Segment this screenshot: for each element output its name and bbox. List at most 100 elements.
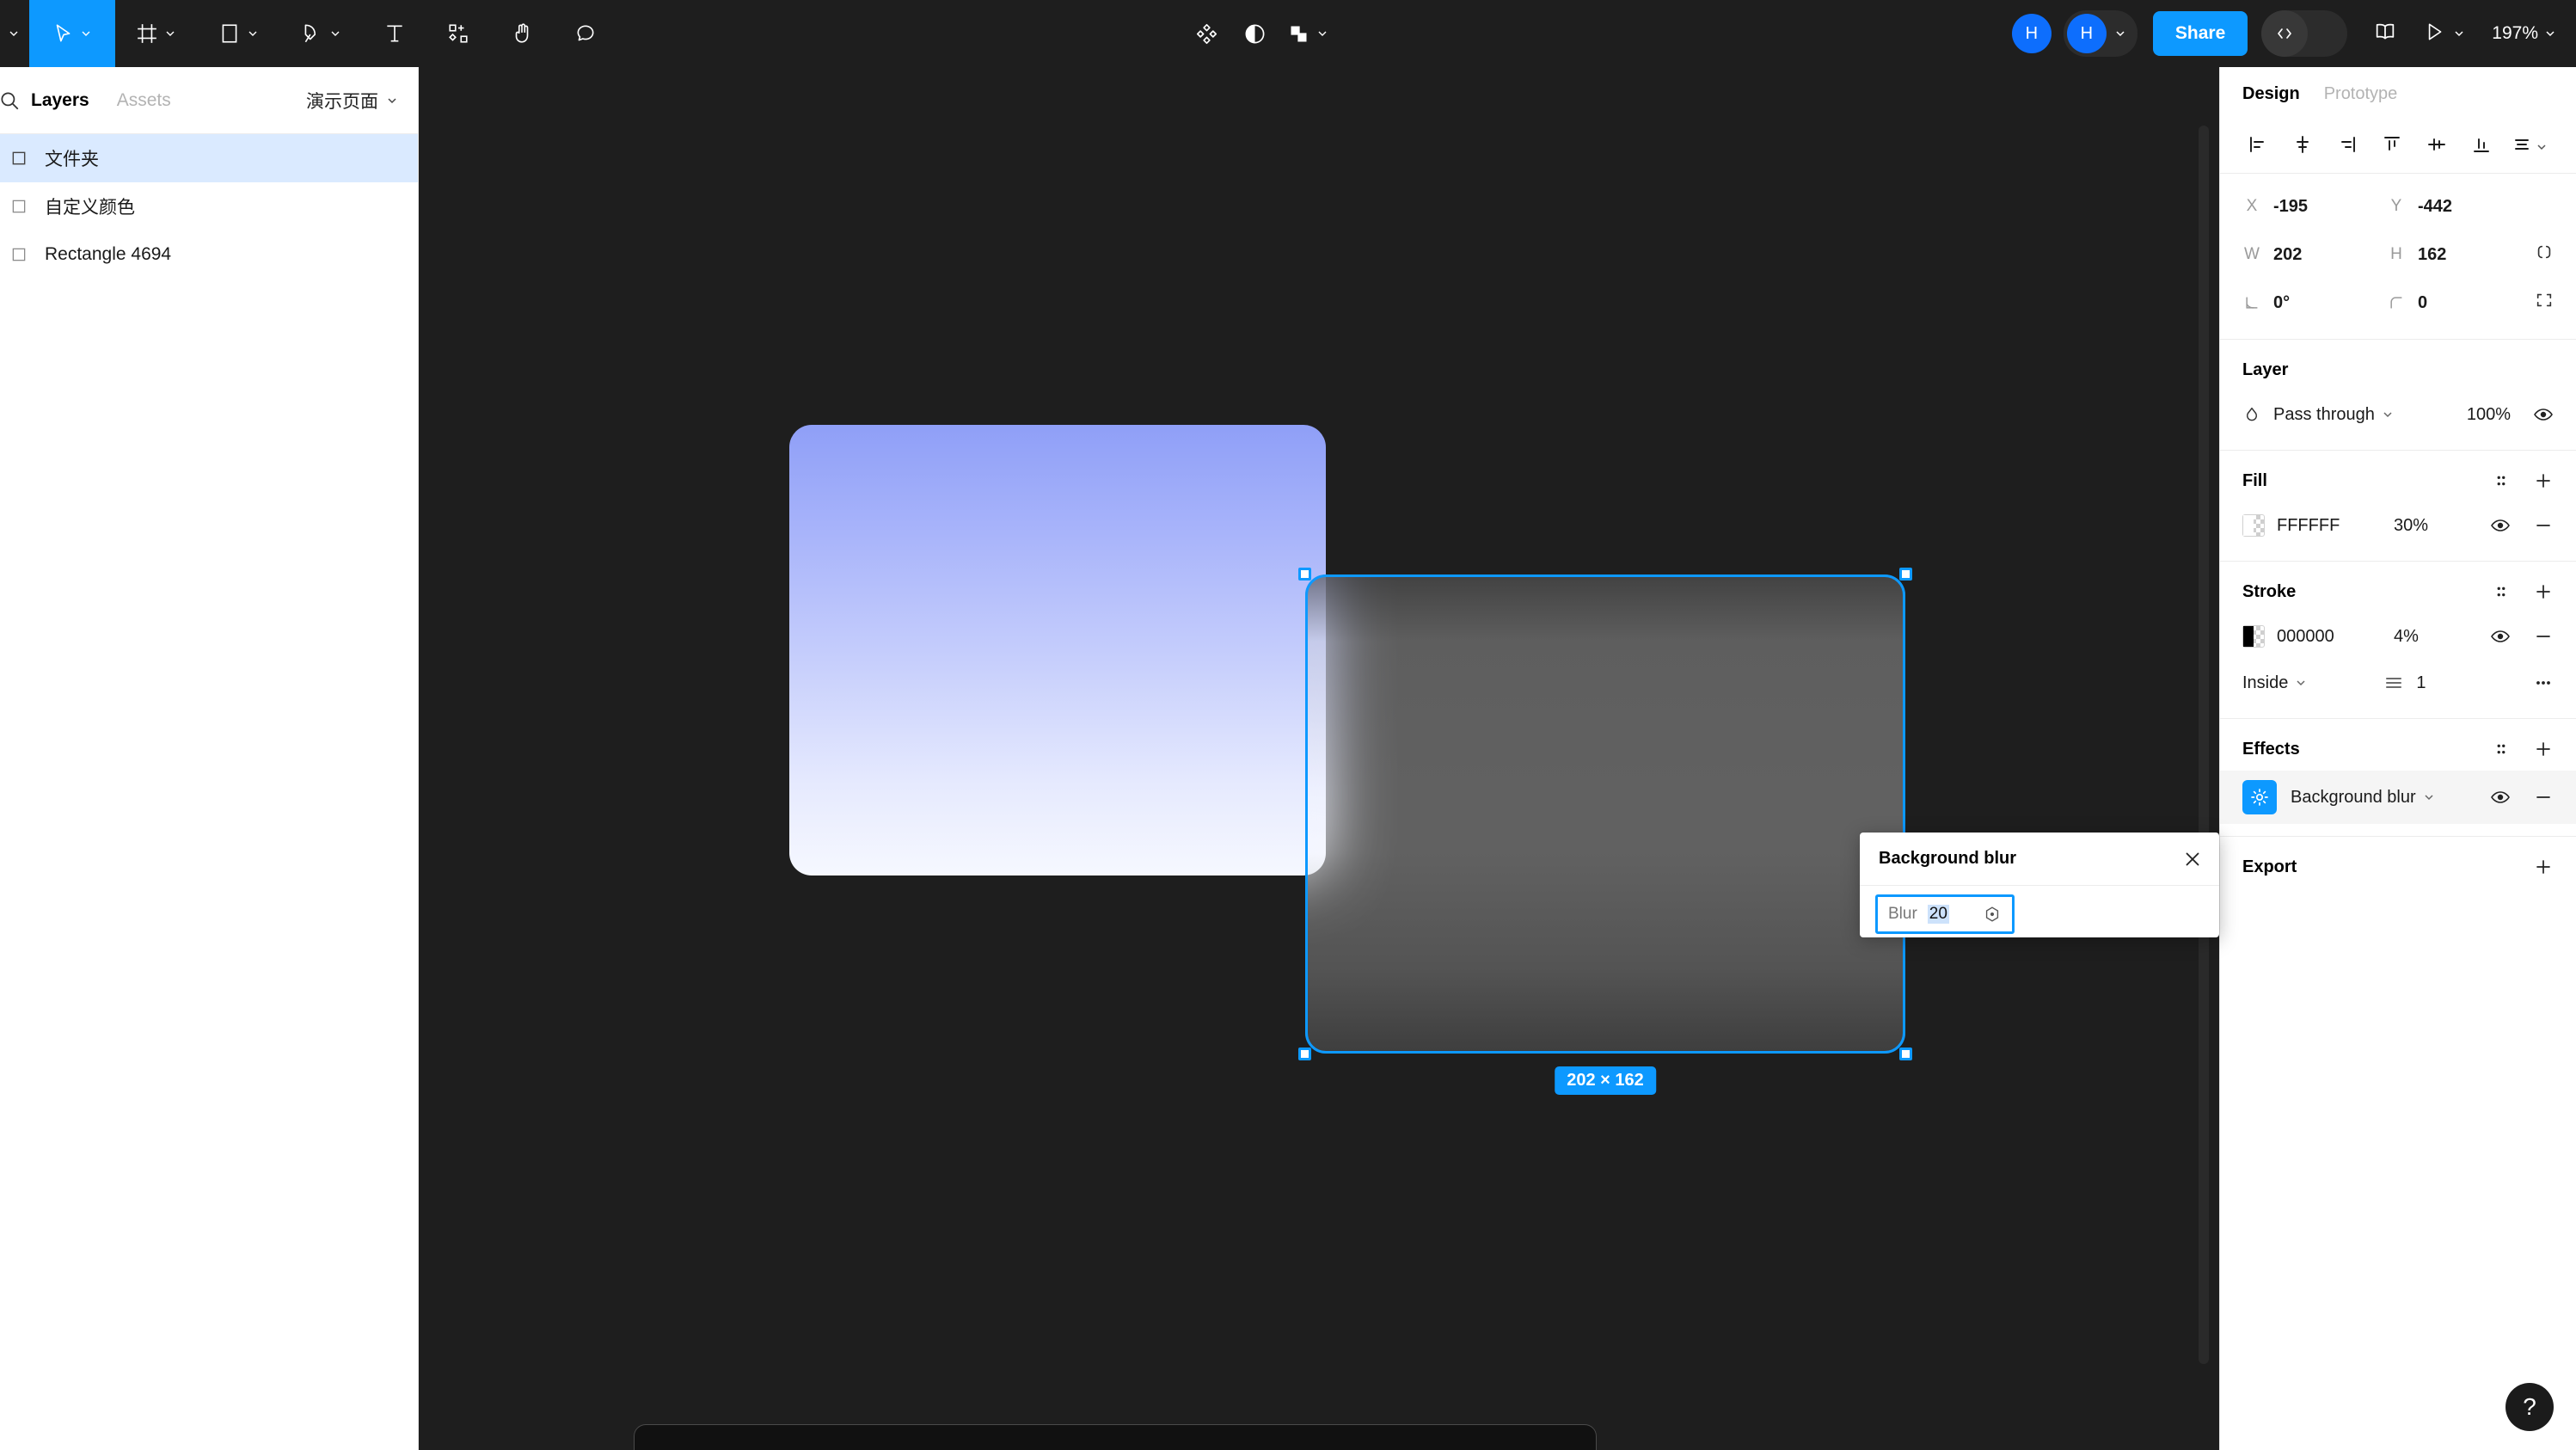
distribute-menu-button[interactable] xyxy=(2504,126,2557,168)
layer-section: Layer Pass through 100% xyxy=(2220,340,2576,451)
create-component-button[interactable] xyxy=(1182,0,1230,67)
align-left-button[interactable] xyxy=(2236,126,2280,168)
styles-dots-icon[interactable] xyxy=(2492,740,2511,759)
comment-tool-button[interactable] xyxy=(554,0,617,67)
left-panel: Layers Assets 演示页面 文件夹 自定义颜色 Rectangle 4… xyxy=(0,67,419,1450)
hexagon-dot-icon[interactable] xyxy=(1983,905,2002,924)
eye-icon[interactable] xyxy=(2490,626,2511,647)
y-field[interactable]: Y -442 xyxy=(2387,197,2531,217)
corner-radius-icon xyxy=(2387,294,2406,311)
plus-icon[interactable] xyxy=(2533,739,2554,759)
width-field[interactable]: W 202 xyxy=(2242,245,2387,265)
shape-tool-button[interactable] xyxy=(198,0,280,67)
avatar: H xyxy=(2066,14,2107,53)
tab-assets[interactable]: Assets xyxy=(117,90,171,111)
toolbar-center-group xyxy=(1182,0,1338,67)
blur-label: Blur xyxy=(1888,905,1917,923)
resize-handle-bottom-left[interactable] xyxy=(1298,1048,1311,1060)
corner-radius-field[interactable]: 0 xyxy=(2387,293,2531,313)
align-top-button[interactable] xyxy=(2370,126,2414,168)
frame-tool-button[interactable] xyxy=(115,0,198,67)
resize-handle-bottom-right[interactable] xyxy=(1899,1048,1912,1060)
rotation-field[interactable]: 0° xyxy=(2242,293,2387,313)
tab-layers[interactable]: Layers xyxy=(31,90,89,111)
avatar-self[interactable]: H xyxy=(2011,14,2052,53)
chevron-down-icon xyxy=(2422,790,2436,804)
effects-section-header: Effects xyxy=(2242,728,2554,771)
layer-item-1[interactable]: 自定义颜色 xyxy=(0,182,418,230)
stroke-weight-icon[interactable] xyxy=(2383,673,2404,693)
stroke-weight-value[interactable]: 1 xyxy=(2416,673,2426,693)
eye-icon[interactable] xyxy=(2490,787,2511,808)
blur-value[interactable]: 20 xyxy=(1927,905,1949,924)
effect-type-dropdown[interactable]: Background blur xyxy=(2291,788,2436,808)
blur-input-field[interactable]: Blur 20 xyxy=(1875,894,2015,934)
more-dots-icon[interactable] xyxy=(2533,673,2554,693)
avatar-collaborators-menu[interactable]: H xyxy=(2063,10,2137,57)
x-field[interactable]: X -195 xyxy=(2242,197,2387,217)
align-vertical-center-button[interactable] xyxy=(2414,126,2459,168)
styles-dots-icon[interactable] xyxy=(2492,582,2511,601)
resources-tool-button[interactable] xyxy=(426,0,490,67)
rectangle-icon xyxy=(218,22,241,45)
align-right-button[interactable] xyxy=(2325,126,2370,168)
canvas-vertical-scrollbar[interactable] xyxy=(2199,126,2209,1364)
plus-icon[interactable] xyxy=(2533,857,2554,877)
layer-item-2[interactable]: Rectangle 4694 xyxy=(0,230,418,279)
minus-icon[interactable] xyxy=(2533,515,2554,536)
plus-icon[interactable] xyxy=(2533,470,2554,491)
pen-tool-button[interactable] xyxy=(280,0,363,67)
toolbar-right-group: H H Share 197% xyxy=(2011,0,2557,67)
blur-sun-icon[interactable] xyxy=(2242,780,2277,814)
close-x-icon[interactable] xyxy=(2181,848,2204,870)
independent-corners-button[interactable] xyxy=(2535,291,2554,315)
plus-icon[interactable] xyxy=(2533,581,2554,602)
stroke-color-hex[interactable]: 000000 xyxy=(2277,627,2382,647)
blend-mode-dropdown[interactable]: Pass through xyxy=(2273,405,2395,425)
mask-button[interactable] xyxy=(1230,0,1279,67)
library-button[interactable] xyxy=(2373,20,2397,48)
text-tool-button[interactable] xyxy=(363,0,426,67)
align-horizontal-center-button[interactable] xyxy=(2280,126,2325,168)
zoom-level-menu[interactable]: 197% xyxy=(2492,23,2557,44)
figma-menu-button[interactable] xyxy=(0,0,29,67)
eye-icon[interactable] xyxy=(2490,515,2511,536)
layer-opacity-value[interactable]: 100% xyxy=(2467,405,2511,425)
height-field[interactable]: H 162 xyxy=(2387,245,2531,265)
layer-name: Rectangle 4694 xyxy=(45,244,172,264)
export-section-header: Export xyxy=(2242,845,2554,888)
share-button[interactable]: Share xyxy=(2152,11,2248,56)
resize-handle-top-right[interactable] xyxy=(1899,568,1912,581)
present-button[interactable] xyxy=(2423,21,2466,47)
dev-mode-toggle[interactable] xyxy=(2261,10,2348,57)
canvas-shape-selected-rect[interactable]: 202 × 162 xyxy=(1298,568,1912,1095)
transform-section: X -195 Y -442 W 202 H 162 0° 0 xyxy=(2220,174,2576,340)
hand-tool-button[interactable] xyxy=(490,0,554,67)
boolean-union-button[interactable] xyxy=(1279,0,1338,67)
minus-icon[interactable] xyxy=(2533,787,2554,808)
tab-design[interactable]: Design xyxy=(2242,84,2300,104)
styles-dots-icon[interactable] xyxy=(2492,471,2511,490)
stroke-align-dropdown[interactable]: Inside xyxy=(2242,673,2308,693)
eye-icon[interactable] xyxy=(2533,404,2554,425)
page-selector[interactable]: 演示页面 xyxy=(306,88,399,114)
chevron-down-icon xyxy=(163,27,177,40)
move-tool-button[interactable] xyxy=(29,0,115,67)
minus-icon[interactable] xyxy=(2533,626,2554,647)
stroke-opacity[interactable]: 4% xyxy=(2394,627,2459,647)
align-top-icon xyxy=(2382,134,2402,160)
fill-color-swatch[interactable] xyxy=(2242,514,2265,537)
constrain-proportions-button[interactable] xyxy=(2535,243,2554,267)
tab-prototype[interactable]: Prototype xyxy=(2324,84,2398,104)
layer-item-0[interactable]: 文件夹 xyxy=(0,134,418,182)
search-icon[interactable] xyxy=(0,89,21,112)
help-button[interactable]: ? xyxy=(2505,1383,2554,1431)
components-plus-icon xyxy=(447,22,469,45)
resize-handle-top-left[interactable] xyxy=(1298,568,1311,581)
align-bottom-button[interactable] xyxy=(2459,126,2504,168)
design-canvas[interactable]: 202 × 162 xyxy=(419,67,2219,1450)
fill-opacity[interactable]: 30% xyxy=(2394,516,2459,536)
canvas-shape-background-rect[interactable] xyxy=(789,425,1326,876)
stroke-color-swatch[interactable] xyxy=(2242,625,2265,648)
fill-color-hex[interactable]: FFFFFF xyxy=(2277,516,2382,536)
